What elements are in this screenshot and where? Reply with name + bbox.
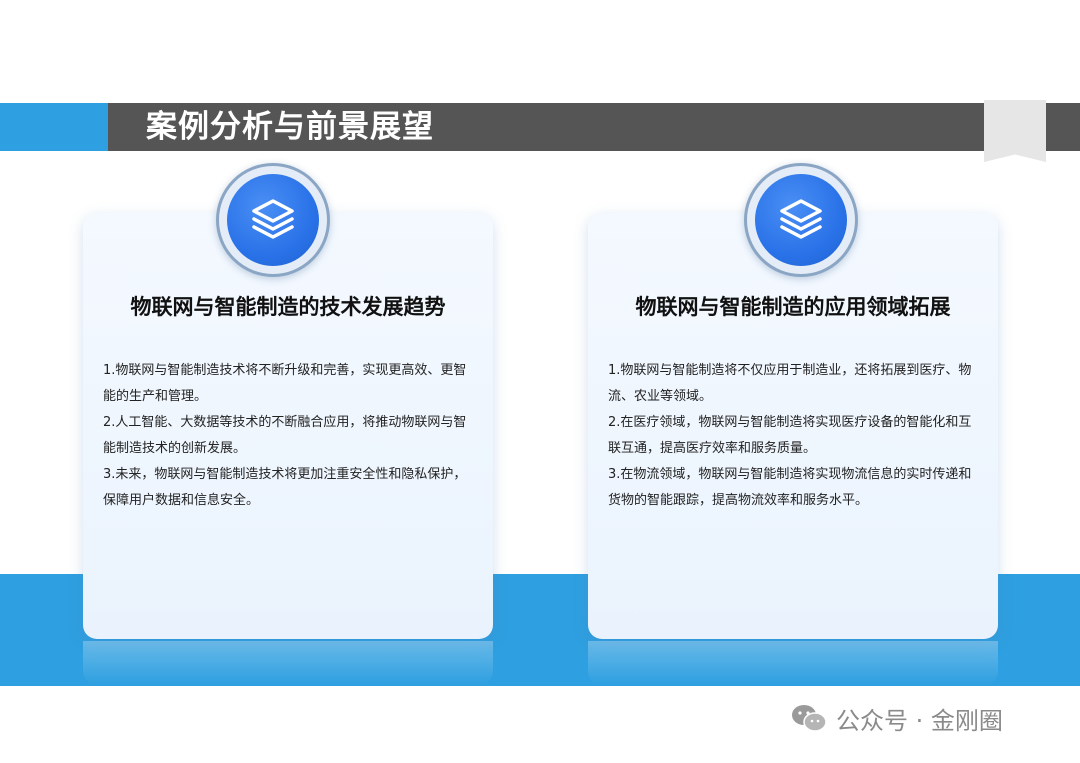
list-item: 2.在医疗领域，物联网与智能制造将实现医疗设备的智能化和互联互通，提高医疗效率和…: [608, 415, 972, 456]
layers-icon: [780, 199, 822, 239]
list-item: 2.人工智能、大数据等技术的不断融合应用，将推动物联网与智能制造技术的创新发展。: [103, 415, 467, 456]
card-title: 物联网与智能制造的应用领域拓展: [635, 295, 951, 319]
card-body: 1.物联网与智能制造将不仅应用于制造业，还将拓展到医疗、物流、农业等领域。 2.…: [608, 358, 978, 514]
icon-badge: [744, 163, 858, 277]
card-reflection: [588, 641, 998, 685]
card-tech-trends: 物联网与智能制造的技术发展趋势 1.物联网与智能制造技术将不断升级和完善，实现更…: [83, 213, 493, 639]
card-title: 物联网与智能制造的技术发展趋势: [130, 295, 446, 319]
slide-title: 案例分析与前景展望: [146, 109, 434, 145]
list-item: 3.在物流领域，物联网与智能制造将实现物流信息的实时传递和货物的智能跟踪，提高物…: [608, 467, 972, 508]
card-application-domains: 物联网与智能制造的应用领域拓展 1.物联网与智能制造将不仅应用于制造业，还将拓展…: [588, 213, 998, 639]
wechat-icon: [792, 705, 827, 732]
title-accent-bar: [0, 103, 108, 151]
icon-badge: [216, 163, 330, 277]
card-body: 1.物联网与智能制造技术将不断升级和完善，实现更高效、更智能的生产和管理。 2.…: [103, 358, 473, 514]
list-item: 1.物联网与智能制造技术将不断升级和完善，实现更高效、更智能的生产和管理。: [103, 363, 467, 404]
list-item: 3.未来，物联网与智能制造技术将更加注重安全性和隐私保护，保障用户数据和信息安全…: [103, 467, 467, 508]
watermark-text: 公众号 · 金刚圈: [836, 706, 1003, 735]
watermark: 公众号 · 金刚圈: [790, 700, 1003, 736]
card-reflection: [83, 641, 493, 685]
bookmark-icon: [984, 100, 1046, 162]
layers-icon: [252, 199, 294, 239]
list-item: 1.物联网与智能制造将不仅应用于制造业，还将拓展到医疗、物流、农业等领域。: [608, 363, 972, 404]
